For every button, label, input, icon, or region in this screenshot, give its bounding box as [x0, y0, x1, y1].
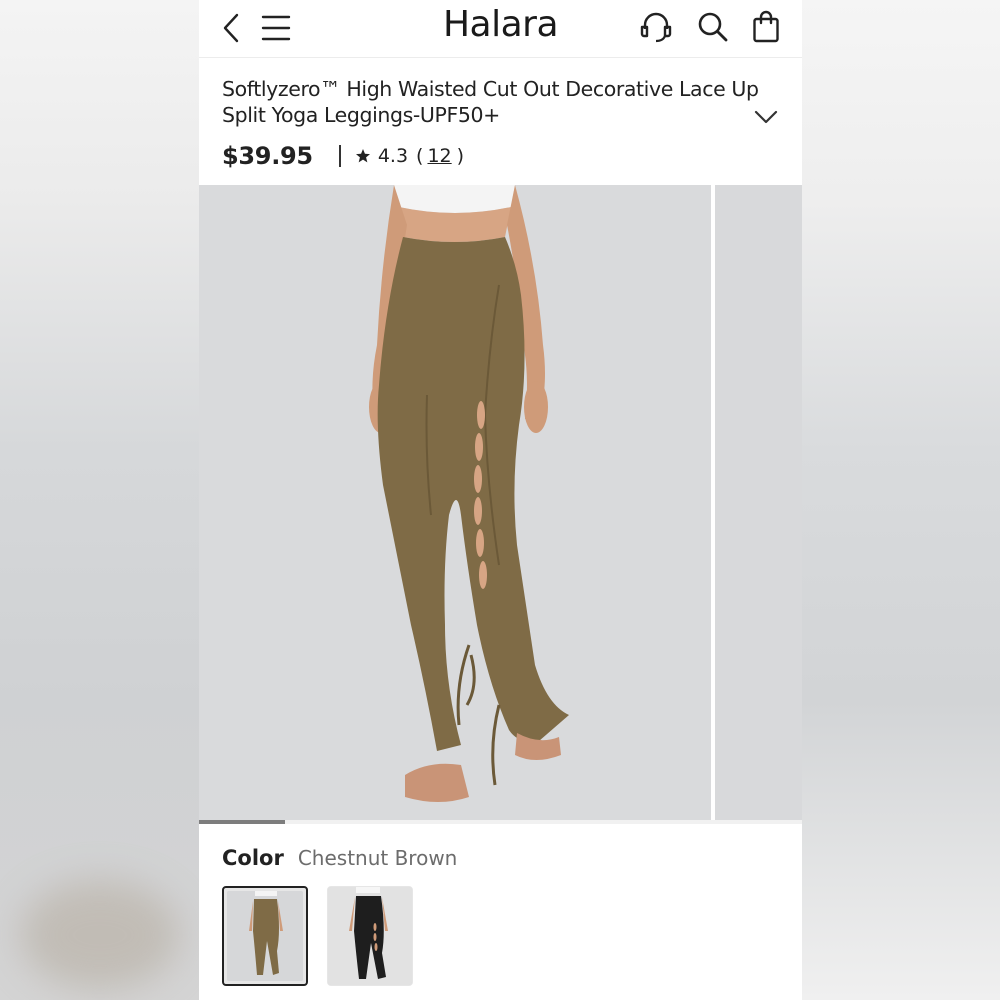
product-page: Halara Softlyzero™ High Waisted Cut Out … — [199, 0, 802, 1000]
gallery-progress-bar — [199, 820, 802, 824]
price-divider — [338, 145, 341, 167]
price-rating-row: $39.95 4.3 ( 12 ) — [222, 140, 464, 172]
top-navigation-bar: Halara — [199, 0, 802, 56]
cart-button[interactable] — [749, 8, 783, 46]
product-title: Softlyzero™ High Waisted Cut Out Decorat… — [222, 77, 759, 127]
leggings-model-photo — [199, 185, 711, 821]
selected-color-name: Chestnut Brown — [297, 846, 458, 870]
shopping-bag-icon — [753, 10, 779, 43]
color-label: Color — [222, 846, 284, 870]
blurred-background-right — [802, 0, 1000, 1000]
rating-value: 4.3 — [377, 145, 409, 167]
header-divider — [199, 57, 802, 58]
swatch-thumbnail — [227, 891, 303, 981]
review-close-paren: ) — [456, 145, 465, 167]
headset-icon — [640, 12, 672, 43]
swatch-thumbnail — [328, 887, 412, 985]
chevron-down-icon — [754, 110, 778, 124]
color-selector-header: Color Chestnut Brown — [222, 846, 457, 870]
customer-service-button[interactable] — [637, 9, 675, 45]
review-count-link[interactable]: 12 — [427, 145, 451, 167]
product-image-gallery[interactable] — [199, 185, 802, 821]
star-icon — [355, 149, 370, 163]
product-image-main[interactable] — [199, 185, 711, 821]
color-swatch-chestnut-brown[interactable] — [222, 886, 308, 986]
search-button[interactable] — [695, 9, 731, 45]
black-leggings-thumbnail — [328, 887, 412, 985]
gallery-progress-fill — [199, 820, 286, 824]
brown-leggings-thumbnail — [227, 891, 303, 981]
color-swatch-black[interactable] — [327, 886, 413, 986]
search-icon — [698, 12, 728, 42]
expand-title-button[interactable] — [751, 104, 781, 130]
product-price: $39.95 — [222, 142, 313, 170]
review-open-paren: ( — [416, 145, 424, 167]
blurred-background-left — [0, 0, 199, 1000]
product-image-next[interactable] — [715, 185, 802, 821]
